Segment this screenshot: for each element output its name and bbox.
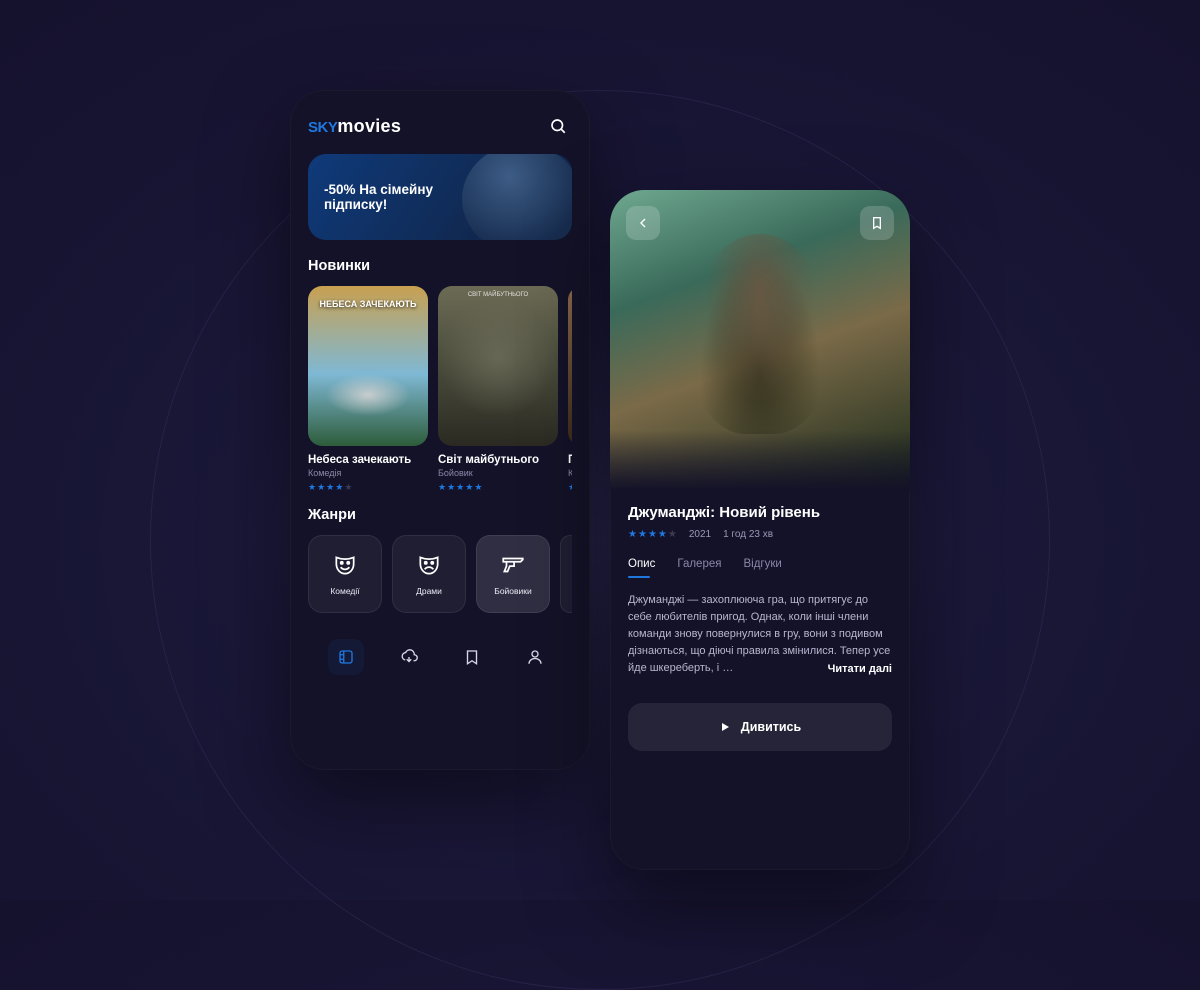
download-icon [400,648,418,666]
movie-title: Небеса зачекають [308,454,428,466]
watch-button[interactable]: Дивитись [628,703,892,751]
nav-browse[interactable] [328,639,364,675]
genre-tile-action[interactable]: Бойовики [476,535,550,613]
app-logo: skymovies [308,116,401,137]
genre-tile-comedy[interactable]: Комедії [308,535,382,613]
rating-stars: ★★★★★ [308,482,428,493]
bookmark-icon [463,648,481,666]
movie-poster [568,286,572,446]
genre-label: Комедії [330,586,359,596]
movie-card[interactable]: По Ко ★★ [568,286,572,493]
search-icon [549,117,567,135]
bookmark-button[interactable] [860,206,894,240]
watch-label: Дивитись [741,720,801,734]
new-movies-row: НЕБЕСА ЗАЧЕКАЮТЬ Небеса зачекають Комеді… [308,286,572,493]
movie-genre: Бойовик [438,468,558,478]
comedy-mask-icon [332,552,358,578]
movie-genre: Комедія [308,468,428,478]
gun-icon [500,552,526,578]
detail-tabs: Опис Галерея Відгуки [628,558,892,576]
detail-meta: ★★★★★ 2021 1 год 23 хв [628,529,892,540]
tab-gallery[interactable]: Галерея [677,558,721,576]
genre-label: Бойовики [494,586,532,596]
tab-description[interactable]: Опис [628,558,655,576]
browse-icon [337,648,355,666]
profile-icon [526,648,544,666]
rating-stars: ★★★★★ [628,529,677,540]
movie-card[interactable]: СВІТ МАЙБУТНЬОГО Світ майбутнього Бойови… [438,286,558,493]
genre-tile-more[interactable] [560,535,572,613]
section-new-title: Новинки [308,258,572,274]
rating-stars: ★★★★★ [438,482,558,493]
poster-overlay-title: НЕБЕСА ЗАЧЕКАЮТЬ [316,300,420,310]
movie-genre: Ко [568,468,572,478]
hero-image [610,190,910,490]
movie-title: Світ майбутнього [438,454,558,466]
promo-image [462,154,572,240]
play-icon [719,721,731,733]
arrow-left-icon [635,215,651,231]
rating-stars: ★★ [568,482,572,493]
genres-row: Комедії Драми Бойовики [308,535,572,613]
nav-profile[interactable] [517,639,553,675]
bookmark-icon [869,215,885,231]
header: skymovies [308,112,572,140]
nav-download[interactable] [391,639,427,675]
phone-detail-screen: Джуманджі: Новий рівень ★★★★★ 2021 1 год… [610,190,910,870]
movie-title: По [568,454,572,466]
poster-overlay-title: СВІТ МАЙБУТНЬОГО [446,292,550,298]
detail-title: Джуманджі: Новий рівень [628,504,892,521]
genre-tile-drama[interactable]: Драми [392,535,466,613]
search-button[interactable] [544,112,572,140]
genre-label: Драми [416,586,442,596]
back-button[interactable] [626,206,660,240]
section-genres-title: Жанри [308,507,572,523]
phone-browse-screen: skymovies -50% На сімейну підписку! Нови… [290,90,590,770]
logo-suffix: movies [337,116,401,136]
movie-card[interactable]: НЕБЕСА ЗАЧЕКАЮТЬ Небеса зачекають Комеді… [308,286,428,493]
movie-poster: НЕБЕСА ЗАЧЕКАЮТЬ [308,286,428,446]
tab-reviews[interactable]: Відгуки [743,558,781,576]
drama-mask-icon [416,552,442,578]
bottom-nav [308,631,572,683]
nav-bookmarks[interactable] [454,639,490,675]
detail-duration: 1 год 23 хв [723,529,773,540]
decorative-circle [150,90,1050,990]
detail-year: 2021 [689,529,711,540]
movie-poster: СВІТ МАЙБУТНЬОГО [438,286,558,446]
logo-brand: sky [308,119,337,136]
promo-banner[interactable]: -50% На сімейну підписку! [308,154,572,240]
read-more-link[interactable]: Читати далі [828,663,892,675]
